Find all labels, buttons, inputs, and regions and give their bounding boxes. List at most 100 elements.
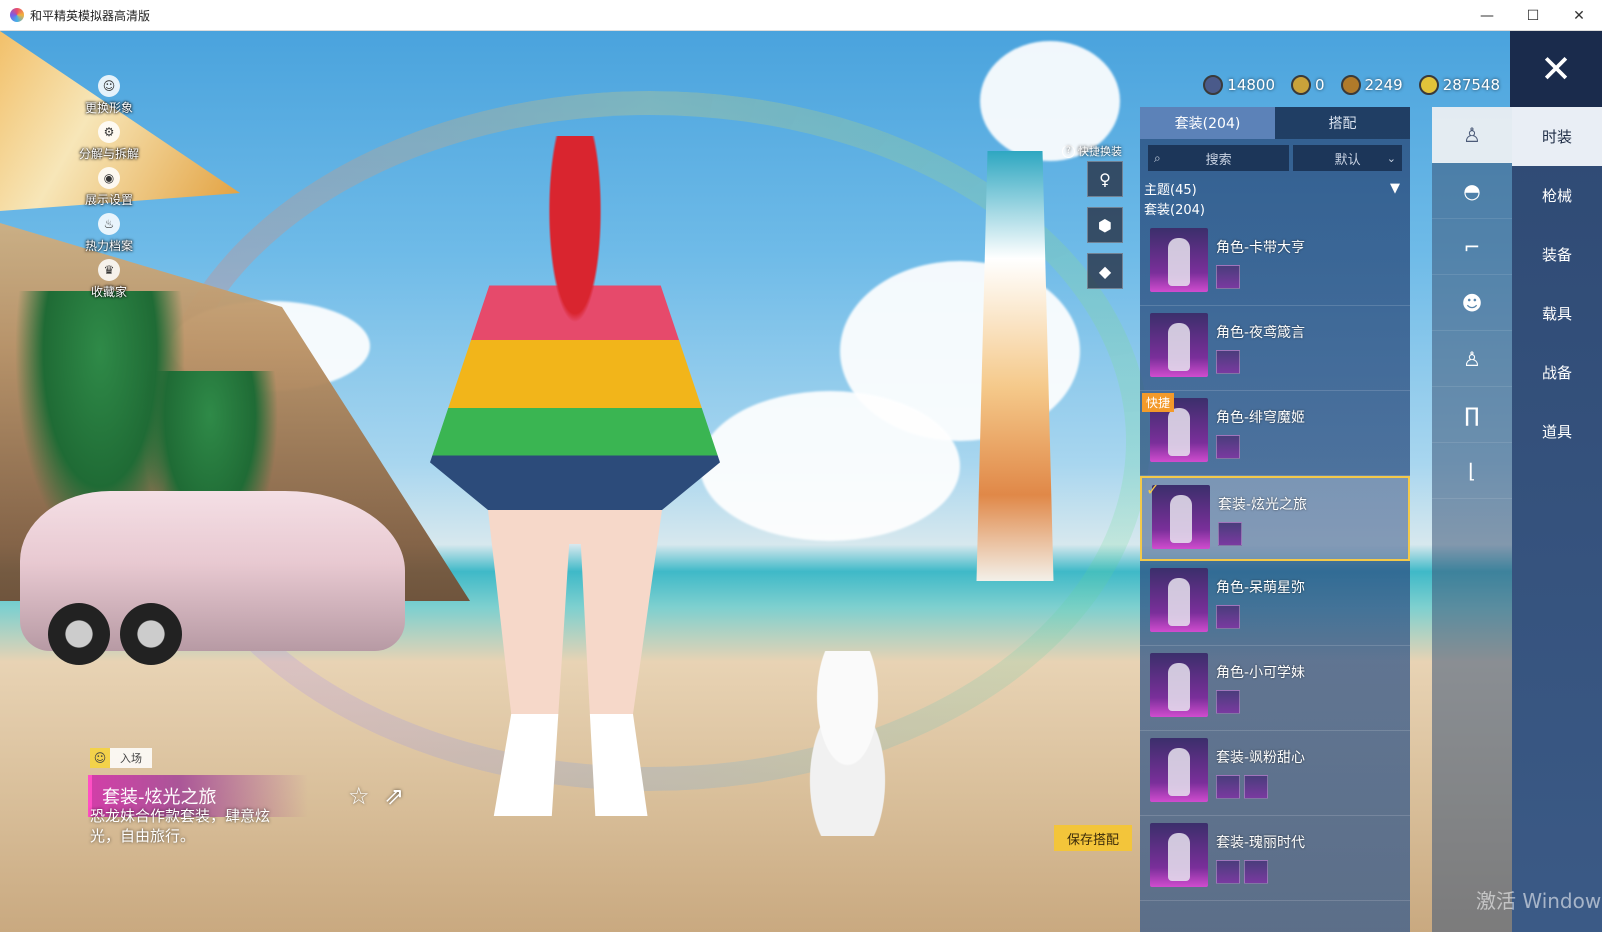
tab-guns[interactable]: 枪械	[1512, 166, 1602, 225]
app-logo-icon	[10, 8, 24, 22]
currency-item[interactable]: 2249	[1340, 75, 1403, 95]
currency-item[interactable]: 14800	[1203, 75, 1275, 95]
car-wheel	[48, 603, 110, 665]
quick-tag-badge: 快捷	[1142, 393, 1175, 412]
search-icon: ⌕	[1154, 150, 1161, 165]
outfit-thumbnail	[1150, 823, 1208, 887]
help-icon[interactable]: ?	[1062, 144, 1075, 158]
outfit-name: 套装-飒粉甜心	[1216, 750, 1306, 766]
outfit-thumbnail	[1150, 313, 1208, 377]
search-row: ⌕ 搜索 默认 ⌄	[1148, 145, 1402, 171]
tab-items[interactable]: 道具	[1512, 402, 1602, 461]
diamond-slot-icon: ◆	[1098, 261, 1112, 281]
side-item-change-avatar[interactable]: ☺ 更换形象	[62, 75, 156, 121]
list-item[interactable]: 套装-飒粉甜心	[1140, 731, 1410, 816]
currency-bar: 14800 0 2249 287548	[1203, 75, 1500, 95]
main-category-tabs: 时装 枪械 装备 载具 战备 道具	[1512, 107, 1602, 932]
chevron-down-icon: ⌄	[1386, 151, 1396, 165]
outfit-part-thumbnail	[1218, 522, 1242, 546]
side-item-display-settings[interactable]: ◉ 展示设置	[62, 167, 156, 213]
favorite-star-icon[interactable]: ☆	[348, 782, 370, 810]
list-item-selected[interactable]: ✓ 套装-炫光之旅	[1140, 476, 1410, 561]
coupon-icon	[1203, 75, 1224, 95]
currency-value: 2249	[1364, 76, 1403, 94]
category-outfit[interactable]: ♙	[1432, 107, 1512, 163]
sort-dropdown[interactable]: 默认 ⌄	[1293, 145, 1402, 171]
search-input[interactable]: ⌕ 搜索	[1148, 145, 1290, 171]
list-item[interactable]: 角色-夜鸢箴言	[1140, 306, 1410, 391]
tab-fashion[interactable]: 时装	[1512, 107, 1602, 166]
quick-slot-diamond[interactable]: ◆	[1087, 253, 1123, 289]
side-item-label: 收藏家	[90, 285, 127, 299]
category-hat[interactable]: ◓	[1432, 163, 1512, 219]
outfit-thumbnail	[1150, 228, 1208, 292]
close-button[interactable]: ✕	[1510, 31, 1602, 107]
category-mask[interactable]: ☻	[1432, 275, 1512, 331]
outfit-thumbnail	[1150, 738, 1208, 802]
outfit-list-panel: 套装(204) 搭配 ⌕ 搜索 默认 ⌄ 主题(45) ▼ 套装(204) 角色…	[1140, 107, 1410, 932]
outfit-name: 角色-卡带大亨	[1216, 240, 1306, 256]
panel-tabs: 套装(204) 搭配	[1140, 107, 1410, 139]
quick-slot-badge[interactable]: ⬢	[1087, 207, 1123, 243]
share-icon[interactable]: ⇗	[384, 782, 404, 810]
outfit-part-thumbnail	[1244, 860, 1268, 884]
currency-value: 287548	[1442, 76, 1500, 94]
minimize-button[interactable]: —	[1464, 0, 1510, 31]
list-item[interactable]: 套装-瑰丽时代	[1140, 816, 1410, 901]
window-title: 和平精英模拟器高清版	[30, 8, 151, 23]
currency-item[interactable]: 0	[1291, 75, 1325, 95]
tab-suits[interactable]: 套装(204)	[1140, 107, 1275, 139]
entry-animation-button[interactable]: ☺ 入场	[90, 748, 152, 768]
save-outfit-button[interactable]: 保存搭配	[1054, 825, 1132, 851]
glasses-icon: ⌐	[1463, 234, 1481, 259]
category-suit[interactable]: ♙	[1432, 331, 1512, 387]
car-wheel	[120, 603, 182, 665]
outfit-part-thumbnail	[1216, 265, 1240, 289]
outfit-part-thumbnail	[1216, 690, 1240, 714]
activation-watermark: 激活 Window	[1476, 889, 1602, 913]
tab-match[interactable]: 搭配	[1275, 107, 1410, 139]
side-item-label: 展示设置	[84, 193, 133, 207]
outfit-thumbnail	[1150, 653, 1208, 717]
list-item[interactable]: 角色-呆萌星弥	[1140, 561, 1410, 646]
person-icon: ☺	[98, 75, 120, 97]
tab-equipment[interactable]: 装备	[1512, 225, 1602, 284]
bronze-coin-icon	[1340, 75, 1361, 95]
outfit-part-thumbnail	[1216, 605, 1240, 629]
list-item[interactable]: 快捷 角色-绯穹魔姬	[1140, 391, 1410, 476]
list-item[interactable]: 角色-卡带大亨	[1140, 221, 1410, 306]
category-glasses[interactable]: ⌐	[1432, 219, 1512, 275]
currency-item[interactable]: 287548	[1418, 75, 1500, 95]
vehicle-car	[20, 491, 405, 665]
tab-combat-prep[interactable]: 战备	[1512, 343, 1602, 402]
shoes-icon: ⌊	[1468, 458, 1476, 483]
side-item-decompose[interactable]: ⚙ 分解与拆解	[62, 121, 156, 167]
side-item-label: 热力档案	[84, 239, 133, 253]
category-pants[interactable]: ∏	[1432, 387, 1512, 443]
figure-slot-icon: ♀	[1099, 169, 1111, 189]
outfit-part-thumbnail	[1244, 775, 1268, 799]
list-item[interactable]: 角色-小可学妹	[1140, 646, 1410, 731]
badge-slot-icon: ⬢	[1098, 215, 1112, 235]
theme-filter[interactable]: 主题(45) ▼	[1140, 177, 1410, 199]
side-item-heat-archive[interactable]: ♨ 热力档案	[62, 213, 156, 259]
category-shoes[interactable]: ⌊	[1432, 443, 1512, 499]
quick-slot-figure[interactable]: ♀	[1087, 161, 1123, 197]
window-close-button[interactable]: ✕	[1556, 0, 1602, 31]
pants-icon: ∏	[1464, 402, 1480, 427]
tab-vehicles[interactable]: 载具	[1512, 284, 1602, 343]
cloud	[700, 391, 960, 541]
side-item-collector[interactable]: ♛ 收藏家	[62, 259, 156, 305]
outfit-part-thumbnail	[1216, 435, 1240, 459]
mask-icon: ☻	[1461, 290, 1483, 315]
outfit-part-thumbnail	[1216, 775, 1240, 799]
currency-value: 0	[1315, 76, 1325, 94]
window-controls: — ☐ ✕	[1464, 0, 1602, 31]
emoji-icon: ☺	[90, 748, 110, 768]
category-icon-column: ♙ ◓ ⌐ ☻ ♙ ∏ ⌊	[1432, 107, 1512, 932]
outfit-name: 角色-夜鸢箴言	[1216, 325, 1306, 341]
maximize-button[interactable]: ☐	[1510, 0, 1556, 31]
side-item-label: 更换形象	[84, 101, 133, 115]
outfit-icon: ♙	[1463, 122, 1481, 147]
gold-coin-icon	[1418, 75, 1439, 95]
